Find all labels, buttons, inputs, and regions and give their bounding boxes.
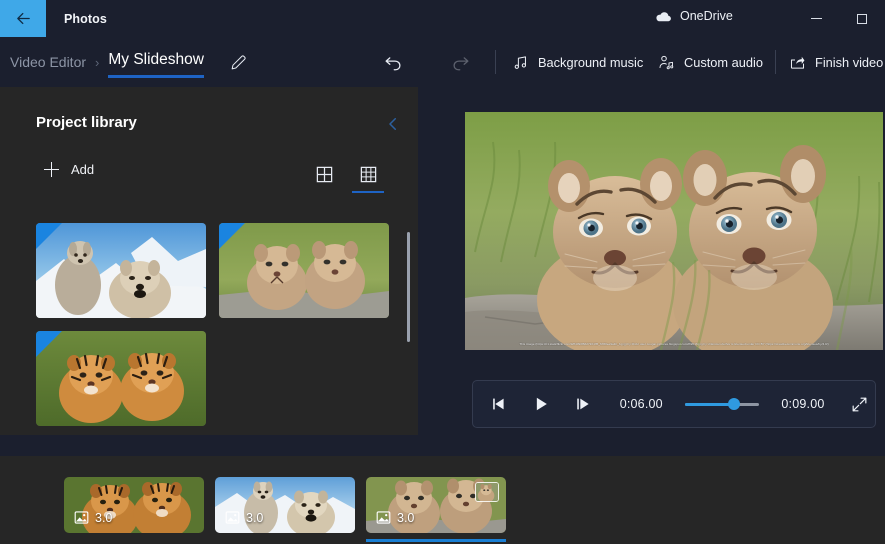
redo-button[interactable] xyxy=(445,46,477,78)
photo-icon xyxy=(74,510,89,525)
preview-image xyxy=(465,112,883,350)
video-preview[interactable]: This image (https://c1.staticflickr.com/… xyxy=(465,112,883,350)
current-time-label: 0:06.00 xyxy=(620,397,663,411)
play-button[interactable] xyxy=(522,381,560,427)
seek-knob[interactable] xyxy=(728,398,740,410)
rename-project-button[interactable] xyxy=(222,45,256,79)
library-thumbnail-grid xyxy=(36,223,394,418)
music-note-icon xyxy=(512,54,529,71)
back-arrow-icon xyxy=(15,10,32,27)
selected-corner-marker xyxy=(219,223,245,249)
step-back-icon xyxy=(489,394,509,414)
fullscreen-button[interactable] xyxy=(844,381,875,427)
clip-duration-badge: 3.0 xyxy=(376,510,414,525)
total-time-label: 0:09.00 xyxy=(781,397,824,411)
command-separator-1 xyxy=(495,50,496,74)
cloud-icon xyxy=(655,10,672,22)
grid-3x3-icon xyxy=(359,165,378,184)
maximize-button[interactable] xyxy=(839,0,885,37)
timeline-clip-wolf-pups[interactable]: 3.0 xyxy=(215,477,355,533)
play-icon xyxy=(531,394,551,414)
breadcrumb-project-name[interactable]: My Slideshow xyxy=(108,51,204,74)
mini-preview-image xyxy=(476,483,498,501)
previous-frame-button[interactable] xyxy=(482,381,517,427)
storyboard-timeline: 3.0 xyxy=(0,456,885,544)
selected-corner-marker xyxy=(36,223,62,249)
add-media-label: Add xyxy=(71,162,94,177)
maximize-icon xyxy=(857,14,867,24)
grid-2x2-icon xyxy=(315,165,334,184)
project-name-text: My Slideshow xyxy=(108,51,204,68)
project-library-panel: Project library Add xyxy=(0,87,418,435)
background-music-label: Background music xyxy=(538,55,643,70)
clip-selected-indicator xyxy=(366,539,506,543)
cougar-cubs-closeup-image xyxy=(465,112,883,350)
photo-icon xyxy=(225,510,240,525)
grid-small-view-selected-underline xyxy=(352,191,384,194)
project-library-title: Project library xyxy=(36,114,137,131)
pencil-icon xyxy=(229,53,248,72)
clip-duration-text: 3.0 xyxy=(397,511,414,525)
onedrive-status[interactable]: OneDrive xyxy=(655,9,733,23)
breadcrumb-video-editor[interactable]: Video Editor xyxy=(10,54,86,70)
add-media-button[interactable]: Add xyxy=(44,162,94,177)
library-scrollbar-thumb[interactable] xyxy=(407,232,410,342)
background-music-button[interactable]: Background music xyxy=(512,45,643,79)
timeline-clip-cougar-cubs[interactable]: 3.0 xyxy=(366,477,506,533)
collapse-library-button[interactable] xyxy=(380,111,406,137)
command-separator-2 xyxy=(775,50,776,74)
player-controls: 0:06.00 0:09.00 xyxy=(472,380,876,428)
custom-audio-button[interactable]: Custom audio xyxy=(658,45,763,79)
title-bar: Photos OneDrive xyxy=(0,0,885,37)
grid-small-view-button[interactable] xyxy=(356,159,380,189)
window-controls xyxy=(793,0,885,37)
clip-duration-badge: 3.0 xyxy=(74,510,112,525)
library-item-cougar-cubs[interactable] xyxy=(219,223,389,318)
redo-icon xyxy=(450,51,472,73)
seek-slider[interactable] xyxy=(685,397,760,411)
selected-corner-marker xyxy=(36,331,62,357)
expand-icon xyxy=(850,395,869,414)
finish-video-label: Finish video xyxy=(815,55,883,70)
seek-fill xyxy=(685,403,734,406)
back-button[interactable] xyxy=(0,0,46,37)
undo-icon xyxy=(382,51,404,73)
library-item-tiger-cubs[interactable] xyxy=(36,331,206,426)
custom-audio-label: Custom audio xyxy=(684,55,763,70)
share-export-icon xyxy=(789,54,806,71)
next-frame-button[interactable] xyxy=(566,381,601,427)
clip-mini-preview[interactable] xyxy=(475,482,499,502)
image-attribution-caption: This image (https://c1.staticflickr.com/… xyxy=(482,342,867,346)
minimize-button[interactable] xyxy=(793,0,839,37)
project-name-underline xyxy=(108,75,204,78)
photo-icon xyxy=(376,510,391,525)
step-forward-icon xyxy=(573,394,593,414)
plus-icon xyxy=(44,162,59,177)
timeline-clip-tiger-cubs[interactable]: 3.0 xyxy=(64,477,204,533)
library-item-wolf-pups[interactable] xyxy=(36,223,206,318)
breadcrumb-separator: › xyxy=(95,55,99,70)
video-editor-window: Photos OneDrive Video Editor › My Slides… xyxy=(0,0,885,544)
clip-duration-badge: 3.0 xyxy=(225,510,263,525)
chevron-left-icon xyxy=(384,115,402,133)
app-title: Photos xyxy=(64,12,107,26)
library-view-toggles xyxy=(312,159,380,189)
grid-large-view-button[interactable] xyxy=(312,159,336,189)
clip-duration-text: 3.0 xyxy=(246,511,263,525)
clip-duration-text: 3.0 xyxy=(95,511,112,525)
person-audio-icon xyxy=(658,54,675,71)
command-bar: Video Editor › My Slideshow xyxy=(0,37,885,87)
minimize-icon xyxy=(811,18,822,19)
finish-video-button[interactable]: Finish video xyxy=(789,45,883,79)
onedrive-label: OneDrive xyxy=(680,9,733,23)
undo-button[interactable] xyxy=(377,46,409,78)
